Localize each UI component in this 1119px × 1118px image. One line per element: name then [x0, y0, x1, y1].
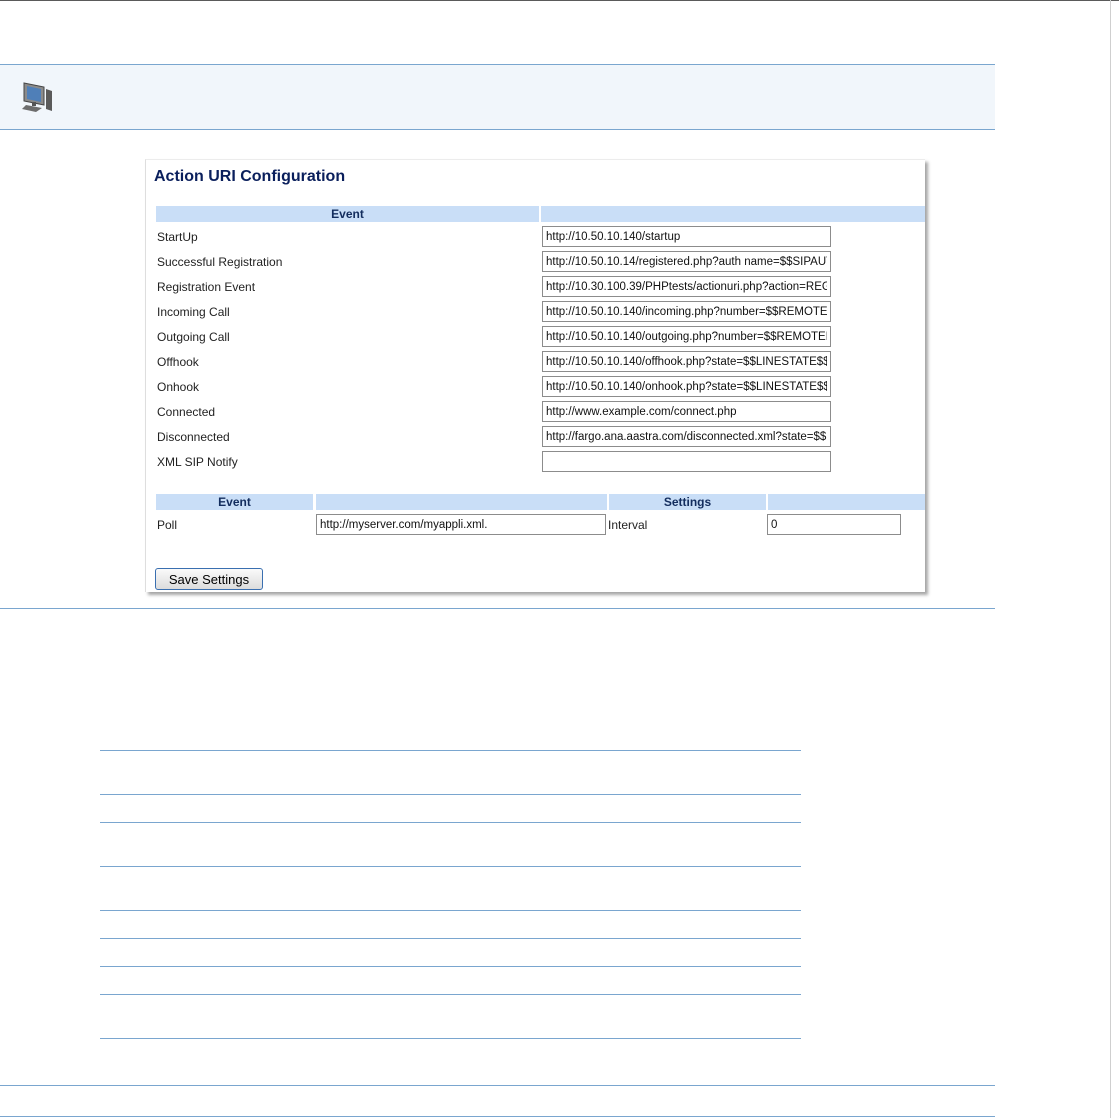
- event-label: Successful Registration: [157, 255, 283, 269]
- event-header-cell: Event: [156, 206, 539, 222]
- event-label: StartUp: [157, 230, 198, 244]
- table-rule: [100, 938, 801, 939]
- section-banner: [0, 64, 995, 130]
- event-label: Onhook: [157, 380, 200, 394]
- interval-label: Interval: [608, 518, 648, 532]
- settings-header: Settings: [663, 495, 712, 509]
- poll-url-input[interactable]: [316, 514, 606, 535]
- table-rule: [100, 794, 801, 795]
- poll-label: Poll: [157, 518, 178, 532]
- table-rule: [100, 966, 801, 967]
- interval-input[interactable]: [767, 514, 901, 535]
- event-header: Event: [331, 207, 364, 221]
- footer-rule: [0, 1116, 995, 1117]
- settings-value-header-cell: [768, 494, 925, 510]
- table-rule: [100, 822, 801, 823]
- event-label: Disconnected: [157, 430, 230, 444]
- table-rule: [100, 910, 801, 911]
- event-uri-input[interactable]: [542, 451, 831, 472]
- event-uri-input[interactable]: [542, 276, 831, 297]
- poll-url-header-cell: [316, 494, 607, 510]
- event-label: Outgoing Call: [157, 330, 230, 344]
- event-uri-input[interactable]: [542, 351, 831, 372]
- table-rule: [100, 1038, 801, 1039]
- event-uri-input[interactable]: [542, 251, 831, 272]
- computer-icon: [22, 82, 52, 112]
- margin-rule: [1110, 0, 1111, 1118]
- poll-event-header: Event: [218, 495, 251, 509]
- event-uri-input[interactable]: [542, 426, 831, 447]
- event-uri-input[interactable]: [542, 401, 831, 422]
- event-label: Incoming Call: [157, 305, 230, 319]
- footer-rule: [0, 1085, 995, 1086]
- event-uri-input[interactable]: [542, 226, 831, 247]
- event-uri-input[interactable]: [542, 376, 831, 397]
- settings-header-cell: Settings: [609, 494, 766, 510]
- event-label: Registration Event: [157, 280, 256, 294]
- table-rule: [100, 750, 801, 751]
- section-divider: [0, 608, 995, 609]
- save-settings-button[interactable]: Save Settings: [155, 568, 263, 590]
- table-rule: [100, 994, 801, 995]
- event-label: Connected: [157, 405, 216, 419]
- value-header-cell: [541, 206, 925, 222]
- event-label: Offhook: [157, 355, 199, 369]
- event-label: XML SIP Notify: [157, 455, 238, 469]
- event-uri-input[interactable]: [542, 326, 831, 347]
- poll-event-header-cell: Event: [156, 494, 313, 510]
- panel-title: Action URI Configuration: [154, 168, 346, 185]
- event-uri-input[interactable]: [542, 301, 831, 322]
- top-rule: [0, 0, 1119, 1]
- action-uri-panel: Action URI Configuration Event StartUp Su…: [145, 159, 925, 592]
- table-rule: [100, 866, 801, 867]
